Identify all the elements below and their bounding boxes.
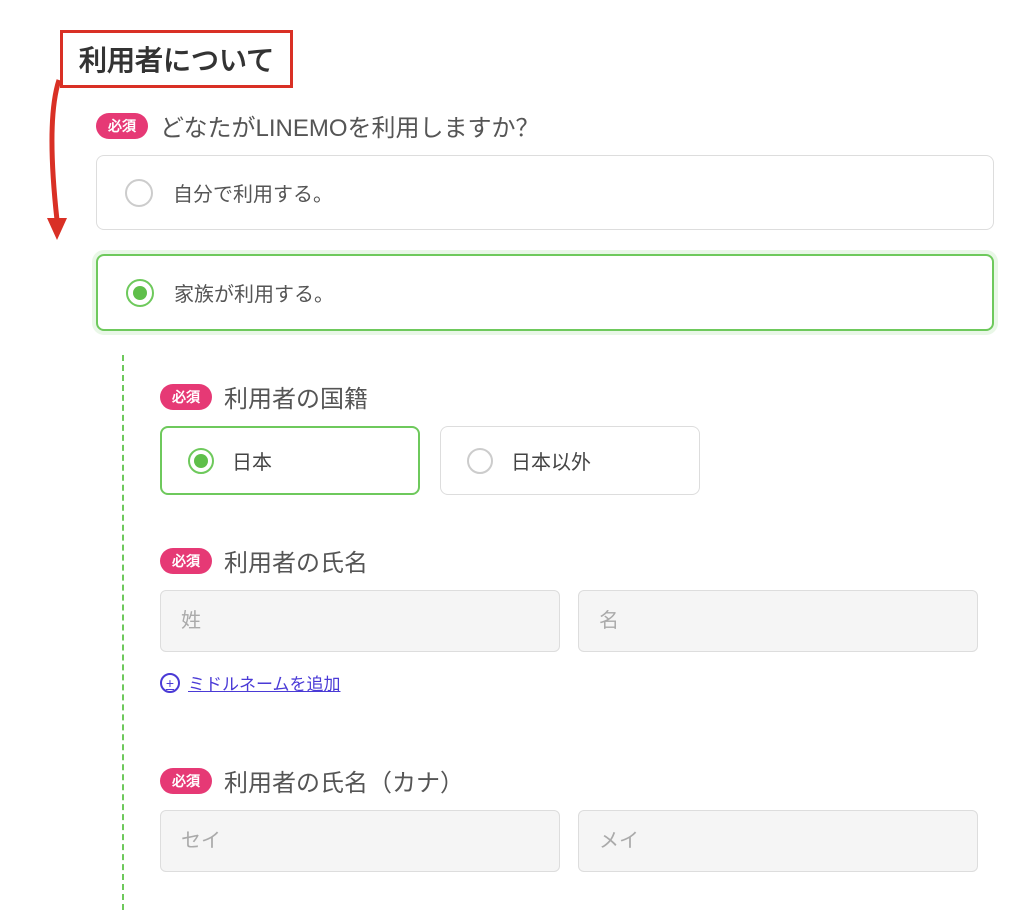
username-kana-label: 利用者の氏名（カナ） bbox=[224, 763, 464, 798]
last-name-kana-input[interactable] bbox=[160, 810, 560, 872]
radio-icon bbox=[126, 279, 154, 307]
username-label: 利用者の氏名 bbox=[224, 543, 368, 578]
radio-option-label: 自分で利用する。 bbox=[173, 178, 333, 207]
radio-icon bbox=[188, 448, 214, 474]
add-middle-name-link[interactable]: + ミドルネームを追加 bbox=[160, 670, 341, 695]
radio-icon bbox=[467, 448, 493, 474]
radio-option-label: 家族が利用する。 bbox=[174, 278, 334, 307]
radio-option-family[interactable]: 家族が利用する。 bbox=[96, 254, 994, 331]
required-badge: 必須 bbox=[160, 768, 212, 794]
nationality-option-label: 日本以外 bbox=[511, 446, 591, 475]
radio-icon bbox=[125, 179, 153, 207]
add-middle-name-label: ミドルネームを追加 bbox=[188, 670, 341, 695]
username-kana-label-row: 必須 利用者の氏名（カナ） bbox=[160, 763, 994, 798]
section-title: 利用者について bbox=[60, 30, 293, 88]
nationality-label: 利用者の国籍 bbox=[224, 379, 368, 414]
username-label-row: 必須 利用者の氏名 bbox=[160, 543, 994, 578]
required-badge: 必須 bbox=[160, 384, 212, 410]
plus-circle-icon: + bbox=[160, 673, 180, 693]
required-badge: 必須 bbox=[96, 113, 148, 139]
who-uses-label-row: 必須 どなたがLINEMOを利用しますか？ bbox=[96, 108, 994, 143]
family-subsection: 必須 利用者の国籍 日本 日本以外 必須 利用者の氏名 bbox=[122, 355, 994, 910]
required-badge: 必須 bbox=[160, 548, 212, 574]
who-uses-label: どなたがLINEMOを利用しますか？ bbox=[160, 108, 540, 143]
nationality-label-row: 必須 利用者の国籍 bbox=[160, 379, 994, 414]
last-name-input[interactable] bbox=[160, 590, 560, 652]
nationality-option-japan[interactable]: 日本 bbox=[160, 426, 420, 495]
nationality-option-non-japan[interactable]: 日本以外 bbox=[440, 426, 700, 495]
annotation-arrow bbox=[44, 80, 74, 240]
first-name-kana-input[interactable] bbox=[578, 810, 978, 872]
nationality-option-label: 日本 bbox=[232, 446, 272, 475]
radio-option-self[interactable]: 自分で利用する。 bbox=[96, 155, 994, 230]
first-name-input[interactable] bbox=[578, 590, 978, 652]
